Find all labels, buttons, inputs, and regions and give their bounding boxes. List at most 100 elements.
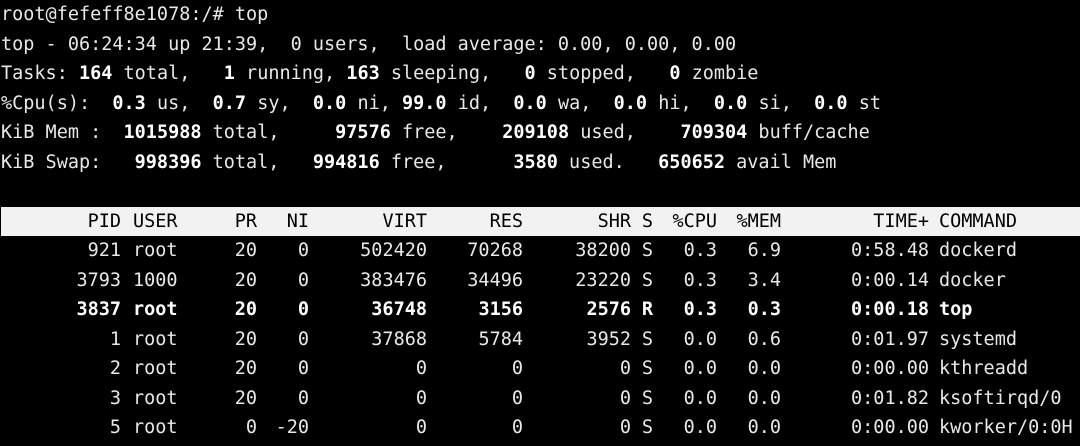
cell-state: R bbox=[641, 299, 653, 320]
mem-total: 1015988 bbox=[123, 122, 202, 143]
cell-pr: 20 bbox=[234, 358, 257, 379]
col-header-state: S bbox=[641, 210, 653, 232]
cell-ni: 0 bbox=[297, 240, 309, 261]
cpu-hi-suffix: hi, bbox=[647, 92, 714, 114]
process-row: 2 root 20 0 0 0 0 S 0.0 0.0 0:00.00 kthreadd bbox=[1, 354, 1080, 384]
process-row: 1 root 20 0 37868 5784 3952 S 0.0 0.6 0:01.97 syste… bbox=[1, 325, 1080, 355]
cell-mem: 0.0 bbox=[747, 417, 781, 438]
tasks-zombie-suffix: zombie bbox=[680, 63, 759, 84]
cell-res: 70268 bbox=[467, 240, 523, 261]
cell-pid: 2 bbox=[109, 358, 121, 379]
mem-free: 97576 bbox=[335, 122, 391, 143]
tasks-total-suffix: total, bbox=[112, 63, 224, 84]
cell-time: 0:00.14 bbox=[851, 269, 929, 291]
cell-res: 3156 bbox=[478, 299, 523, 320]
cell-cpu: 0.0 bbox=[683, 328, 717, 350]
cell-state: S bbox=[641, 269, 653, 291]
cell-shr: 38200 bbox=[575, 240, 631, 261]
cell-time: 0:00.18 bbox=[851, 299, 929, 320]
tasks-zombie: 0 bbox=[669, 63, 681, 84]
col-header-mem: %MEM bbox=[736, 210, 781, 232]
cell-mem: 3.4 bbox=[747, 269, 781, 291]
cell-user: root bbox=[133, 358, 178, 379]
cell-state: S bbox=[641, 240, 653, 261]
cpu-ni: 0.0 bbox=[312, 92, 347, 114]
cell-command: ksoftirqd/0 bbox=[939, 387, 1062, 409]
cell-command: systemd bbox=[939, 328, 1017, 350]
cell-command: top bbox=[939, 299, 973, 320]
cell-pr: 20 bbox=[234, 240, 257, 261]
cell-user: root bbox=[133, 387, 178, 409]
cell-ni: -20 bbox=[275, 417, 309, 438]
cpu-wa-suffix: wa, bbox=[546, 92, 614, 114]
cpu-hi: 0.0 bbox=[613, 92, 648, 114]
swap-avail-suffix: avail Mem bbox=[725, 151, 837, 173]
col-header-ni: NI bbox=[286, 210, 309, 232]
cpu-id-suffix: id, bbox=[446, 92, 514, 114]
cell-pid: 3793 bbox=[76, 269, 121, 291]
cpu-sy-suffix: sy, bbox=[246, 92, 313, 114]
cell-virt: 0 bbox=[415, 387, 427, 409]
tasks-total: 164 bbox=[78, 63, 113, 84]
cell-ni: 0 bbox=[297, 328, 309, 350]
terminal-window[interactable]: root@fefeff8e1078:/# top top - 06:24:34 … bbox=[0, 0, 1080, 446]
col-header-command: COMMAND bbox=[939, 210, 1017, 232]
cell-cpu: 0.3 bbox=[683, 240, 717, 261]
tasks-stopped: 0 bbox=[524, 63, 536, 84]
tasks-running: 1 bbox=[223, 63, 235, 84]
mem-label: KiB Mem : bbox=[1, 122, 124, 143]
cpu-line: %Cpu(s): 0.3 us, 0.7 sy, 0.0 ni, 99.0 id… bbox=[1, 89, 1080, 119]
col-header-virt: VIRT bbox=[382, 210, 427, 232]
cell-command: docker bbox=[939, 269, 1006, 291]
cpu-si: 0.0 bbox=[713, 92, 748, 114]
cell-pid: 5 bbox=[109, 417, 121, 438]
tasks-running-suffix: running, bbox=[234, 63, 347, 84]
cell-user: root bbox=[133, 240, 178, 261]
cell-res: 5784 bbox=[478, 328, 523, 350]
cpu-us: 0.3 bbox=[112, 92, 146, 114]
cell-pid: 3837 bbox=[76, 299, 121, 320]
process-row: 921 root 20 0 502420 70268 38200 S 0.3 6.9 0:58.48… bbox=[1, 236, 1080, 266]
cell-res: 0 bbox=[511, 358, 523, 379]
mem-cache: 709304 bbox=[680, 122, 748, 143]
cell-mem: 0.0 bbox=[747, 387, 781, 409]
cell-cpu: 0.3 bbox=[683, 269, 717, 291]
cell-virt: 0 bbox=[415, 417, 427, 438]
tasks-stopped-suffix: stopped, bbox=[535, 63, 670, 84]
cpu-sy: 0.7 bbox=[212, 92, 247, 114]
cell-ni: 0 bbox=[297, 299, 309, 320]
cell-user: root bbox=[133, 328, 178, 350]
cell-ni: 0 bbox=[297, 269, 309, 291]
col-header-pid: PID bbox=[87, 210, 121, 232]
cell-mem: 0.0 bbox=[747, 358, 781, 379]
cpu-id: 99.0 bbox=[402, 92, 447, 114]
mem-used: 209108 bbox=[502, 122, 570, 143]
cpu-ni-suffix: ni, bbox=[346, 92, 403, 114]
col-header-time: TIME+ bbox=[873, 210, 929, 232]
cell-time: 0:58.48 bbox=[851, 240, 929, 261]
cell-pr: 20 bbox=[234, 387, 257, 409]
swap-free-suffix: free, bbox=[379, 151, 514, 173]
process-table-body: 921 root 20 0 502420 70268 38200 S 0.3 6.9 0:58.48… bbox=[1, 236, 1080, 443]
tasks-sleeping-suffix: sleeping, bbox=[379, 63, 525, 84]
cell-pr: 20 bbox=[234, 299, 257, 320]
col-header-pr: PR bbox=[234, 210, 257, 232]
swap-avail: 650652 bbox=[658, 151, 725, 173]
cell-pr: 20 bbox=[234, 328, 257, 350]
cell-shr: 0 bbox=[619, 417, 631, 438]
uptime-load-line: top - 06:24:34 up 21:39, 0 users, load a… bbox=[1, 33, 737, 55]
cpu-label: %Cpu(s): bbox=[1, 92, 113, 114]
process-table-header: PID USER PR NI VIRT RES SHR S %CPU %MEM TIME+ COMMA… bbox=[1, 206, 1080, 236]
col-header-cpu: %CPU bbox=[672, 210, 717, 232]
cell-shr: 0 bbox=[619, 387, 631, 409]
cell-command: dockerd bbox=[939, 240, 1017, 261]
cell-command: kworker/0:0H bbox=[939, 417, 1073, 438]
swap-line: KiB Swap: 998396 total, 994816 free, 358… bbox=[1, 148, 1080, 178]
cell-state: S bbox=[641, 328, 653, 350]
cell-pid: 3 bbox=[109, 387, 121, 409]
swap-label: KiB Swap: bbox=[1, 151, 135, 173]
cell-ni: 0 bbox=[297, 387, 309, 409]
cell-time: 0:01.82 bbox=[851, 387, 929, 409]
cell-time: 0:00.00 bbox=[851, 417, 929, 438]
